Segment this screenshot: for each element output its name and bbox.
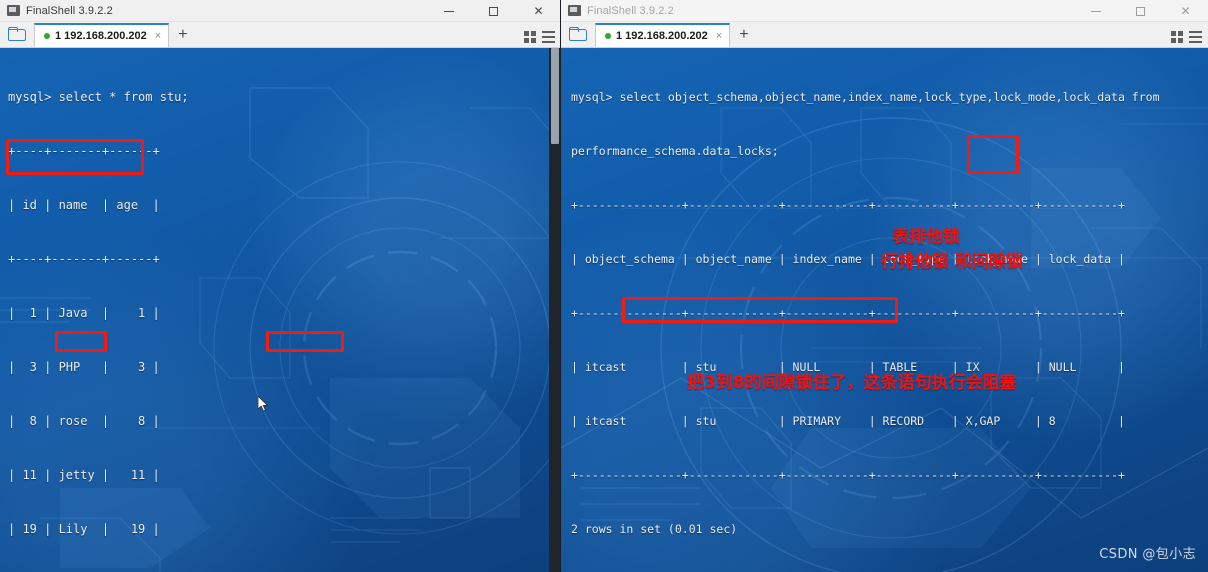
minimize-button-left[interactable] — [426, 0, 471, 22]
terminal-line: | 3 | PHP | 3 | — [8, 360, 160, 374]
scrollbar-thumb-left[interactable] — [551, 48, 559, 144]
tabstrip-tools-left — [524, 31, 555, 43]
titlebar-left: FinalShell 3.9.2.2 ✕ — [0, 0, 561, 22]
highlight-box-lock-mode — [967, 135, 1019, 174]
app-title-right: FinalShell 3.9.2.2 — [587, 4, 674, 17]
tab-connection-right[interactable]: 1 192.168.200.202 × — [595, 23, 731, 47]
titlebar-right: FinalShell 3.9.2.2 ✕ — [561, 0, 1208, 22]
highlight-box-insert-statement — [622, 297, 898, 323]
terminal-line: | 11 | jetty | 11 | — [8, 468, 160, 482]
close-button-right[interactable]: ✕ — [1163, 0, 1208, 22]
app-title-left: FinalShell 3.9.2.2 — [26, 4, 113, 17]
tabstrip-left: 1 192.168.200.202 × + — [0, 22, 561, 48]
window-right: FinalShell 3.9.2.2 ✕ 1 192.168.200.202 ×… — [561, 0, 1208, 572]
new-tab-button-left[interactable]: + — [169, 23, 196, 47]
connection-status-dot — [605, 33, 611, 39]
tab-close-icon-left[interactable]: × — [155, 30, 161, 42]
terminal-line: +----+-------+------+ — [8, 252, 160, 266]
terminal-line: 2 rows in set (0.01 sec) — [571, 522, 738, 536]
grid-layout-icon-left[interactable] — [524, 31, 536, 43]
maximize-button-left[interactable] — [471, 0, 516, 22]
watermark: CSDN @包小志 — [1099, 547, 1196, 562]
tab-label-right: 1 192.168.200.202 — [616, 30, 708, 42]
annotation-table-lock: 表排他锁 — [892, 227, 960, 247]
tab-label-left: 1 192.168.200.202 — [55, 30, 147, 42]
folder-icon — [569, 27, 587, 41]
terminal-line: performance_schema.data_locks; — [571, 144, 779, 158]
terminal-line: +---------------+-------------+---------… — [571, 198, 1125, 212]
terminal-left[interactable]: mysql> select * from stu; +----+-------+… — [0, 48, 561, 572]
app-icon — [568, 5, 581, 16]
grid-layout-icon-right[interactable] — [1171, 31, 1183, 43]
highlight-box-rows-3-8 — [6, 139, 144, 175]
menu-icon-right[interactable] — [1189, 31, 1202, 43]
open-folder-button-left[interactable] — [0, 21, 34, 47]
annotation-row-gap-lock: 行排他锁 和间隙锁 — [881, 252, 1023, 272]
terminal-line: mysql> select object_schema,object_name,… — [571, 90, 1160, 104]
highlight-box-where-id — [266, 331, 344, 352]
annotation-blocked-note: 把3到8的间隙锁住了，这条语句执行会阻塞 — [687, 373, 1017, 393]
terminal-text-left: mysql> select * from stu; +----+-------+… — [8, 52, 557, 572]
terminal-line: +---------------+-------------+---------… — [571, 468, 1125, 482]
mouse-cursor — [258, 396, 269, 412]
tabstrip-tools-right — [1171, 31, 1202, 43]
tab-close-icon-right[interactable]: × — [716, 30, 722, 42]
terminal-right[interactable]: mysql> select object_schema,object_name,… — [561, 48, 1208, 572]
window-left: FinalShell 3.9.2.2 ✕ 1 192.168.200.202 ×… — [0, 0, 561, 572]
terminal-line: | 1 | Java | 1 | — [8, 306, 160, 320]
app-icon — [7, 5, 20, 16]
close-button-left[interactable]: ✕ — [516, 0, 561, 22]
window-controls-right: ✕ — [1073, 0, 1208, 22]
terminal-line: | 19 | Lily | 19 | — [8, 522, 160, 536]
terminal-line: mysql> select * from stu; — [8, 90, 189, 104]
tabstrip-right: 1 192.168.200.202 × + — [561, 22, 1208, 48]
highlight-box-update-keyword — [55, 331, 107, 352]
maximize-button-right[interactable] — [1118, 0, 1163, 22]
new-tab-button-right[interactable]: + — [730, 23, 757, 47]
terminal-line: | id | name | age | — [8, 198, 160, 212]
terminal-line: | 8 | rose | 8 | — [8, 414, 160, 428]
terminal-line: | itcast | stu | PRIMARY | RECORD | X,GA… — [571, 414, 1125, 428]
connection-status-dot — [44, 33, 50, 39]
minimize-button-right[interactable] — [1073, 0, 1118, 22]
window-controls-left: ✕ — [426, 0, 561, 22]
tab-connection-left[interactable]: 1 192.168.200.202 × — [34, 23, 170, 47]
open-folder-button-right[interactable] — [561, 21, 595, 47]
screen: FinalShell 3.9.2.2 ✕ 1 192.168.200.202 ×… — [0, 0, 1208, 572]
folder-icon — [8, 27, 26, 41]
menu-icon-left[interactable] — [542, 31, 555, 43]
